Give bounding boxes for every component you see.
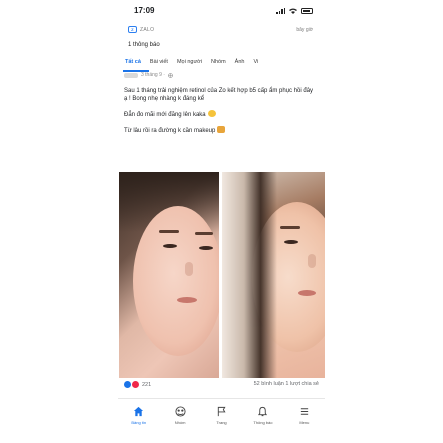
notification-app-name: ZALO	[140, 26, 155, 33]
bell-icon	[257, 405, 269, 417]
reaction-summary[interactable]: 221	[124, 381, 151, 388]
notification-banner[interactable]: Z ZALO bây giờ 1 thông báo	[118, 22, 325, 54]
post-date: 3 tháng 9 ·	[141, 72, 165, 78]
comment-count[interactable]: 52 bình luận	[254, 381, 284, 387]
status-icons	[276, 8, 313, 14]
nav-item-feed[interactable]: Bảng tin	[118, 399, 159, 434]
search-tabs: Tất cả Bài viết Mọi người Nhóm Ảnh Vi	[118, 56, 325, 70]
post-photo-left[interactable]	[119, 172, 219, 378]
money-emoji-icon	[217, 126, 226, 133]
lips	[177, 297, 197, 303]
share-count[interactable]: 1 lượt chia sẻ	[285, 381, 319, 387]
nav-label: Bảng tin	[131, 420, 147, 425]
nav-item-pages[interactable]: Trang	[201, 399, 242, 434]
tab-posts[interactable]: Bài viết	[150, 56, 168, 70]
post-paragraph: Từ lâu rồi ra đường k cần makeup	[124, 126, 318, 135]
eyebrow	[159, 230, 179, 233]
globe-icon	[168, 72, 173, 78]
nav-item-menu[interactable]: Menu	[284, 399, 325, 434]
groups-icon	[174, 405, 186, 417]
battery-icon	[301, 8, 313, 14]
nav-label: Nhóm	[174, 420, 186, 425]
home-icon	[133, 405, 145, 417]
eyebrow	[280, 226, 300, 229]
status-time: 17:09	[134, 6, 155, 15]
grin-emoji-icon	[207, 110, 216, 117]
face-shape	[133, 206, 219, 356]
menu-icon	[298, 405, 310, 417]
post-paragraph: Sau 1 tháng trải nghiệm retinol của Zo k…	[124, 88, 314, 102]
notification-text: 1 thông báo	[128, 42, 160, 48]
zalo-logo-icon: Z	[128, 26, 137, 33]
eye	[199, 246, 213, 250]
eye	[163, 244, 177, 248]
nav-item-notifications[interactable]: Thông báo	[242, 399, 283, 434]
tab-all[interactable]: Tất cả	[125, 56, 141, 70]
avatar	[124, 72, 138, 78]
flag-icon	[216, 405, 228, 417]
nose	[185, 262, 193, 276]
wifi-icon	[289, 8, 297, 14]
lips	[298, 290, 316, 296]
tab-videos[interactable]: Vi	[253, 56, 258, 70]
eyebrow	[195, 232, 213, 235]
notification-time: bây giờ	[296, 27, 313, 33]
nav-item-groups[interactable]: Nhóm	[159, 399, 200, 434]
post-text: Sau 1 tháng trải nghiệm retinol của Zo k…	[124, 87, 318, 142]
phone-screen: 17:09 Z ZALO bây giờ 1 thông báo Tất cả …	[118, 0, 325, 443]
notification-app: Z ZALO	[128, 26, 154, 33]
tab-groups[interactable]: Nhóm	[211, 56, 226, 70]
tab-photos[interactable]: Ảnh	[235, 56, 245, 70]
hair-shading	[222, 172, 277, 378]
nav-label: Menu	[299, 420, 310, 425]
tab-people[interactable]: Mọi người	[177, 56, 202, 70]
bottom-nav: Bảng tin Nhóm Trang Thông báo Menu	[118, 398, 325, 434]
nav-label: Thông báo	[253, 420, 273, 425]
status-bar: 17:09	[118, 6, 325, 20]
signal-icon	[276, 8, 285, 14]
love-reaction-icon	[132, 381, 139, 388]
engagement-counts: 52 bình luận 1 lượt chia sẻ	[254, 381, 319, 387]
post-meta: 3 tháng 9 ·	[124, 72, 173, 78]
nav-label: Trang	[216, 420, 227, 425]
eye	[284, 240, 298, 244]
post-photo-right[interactable]	[222, 172, 325, 378]
like-reaction-icon	[124, 381, 131, 388]
post-paragraph: Đẳn đo mãi mới đăng lên kaka	[124, 110, 318, 119]
reaction-count: 221	[142, 381, 152, 388]
nose	[308, 254, 316, 268]
